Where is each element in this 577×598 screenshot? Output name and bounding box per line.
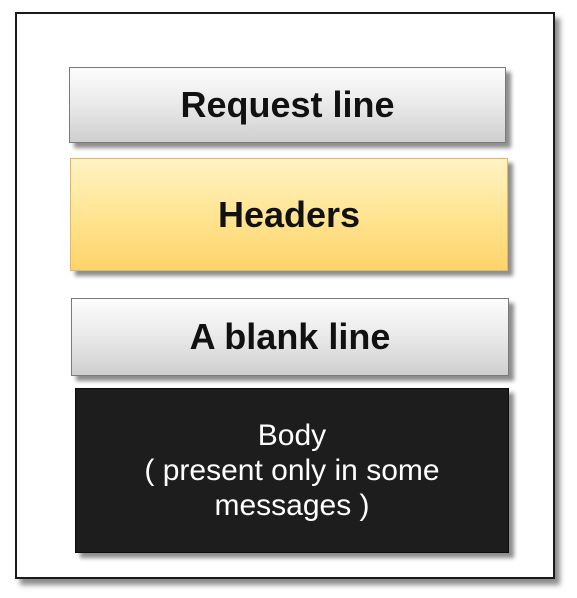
request-line-label: Request line	[180, 84, 395, 125]
body-label-line-2: ( present only in some	[144, 454, 440, 487]
request-line-block: Request line	[69, 67, 506, 143]
headers-block: Headers	[70, 158, 508, 271]
body-label-line-1: Body	[257, 419, 327, 452]
headers-label: Headers	[217, 193, 361, 235]
blank-line-label: A blank line	[189, 316, 391, 357]
body-block: Body ( present only in some messages )	[75, 388, 509, 553]
blank-line-block: A blank line	[71, 298, 509, 376]
body-label-line-3: messages )	[214, 489, 370, 522]
